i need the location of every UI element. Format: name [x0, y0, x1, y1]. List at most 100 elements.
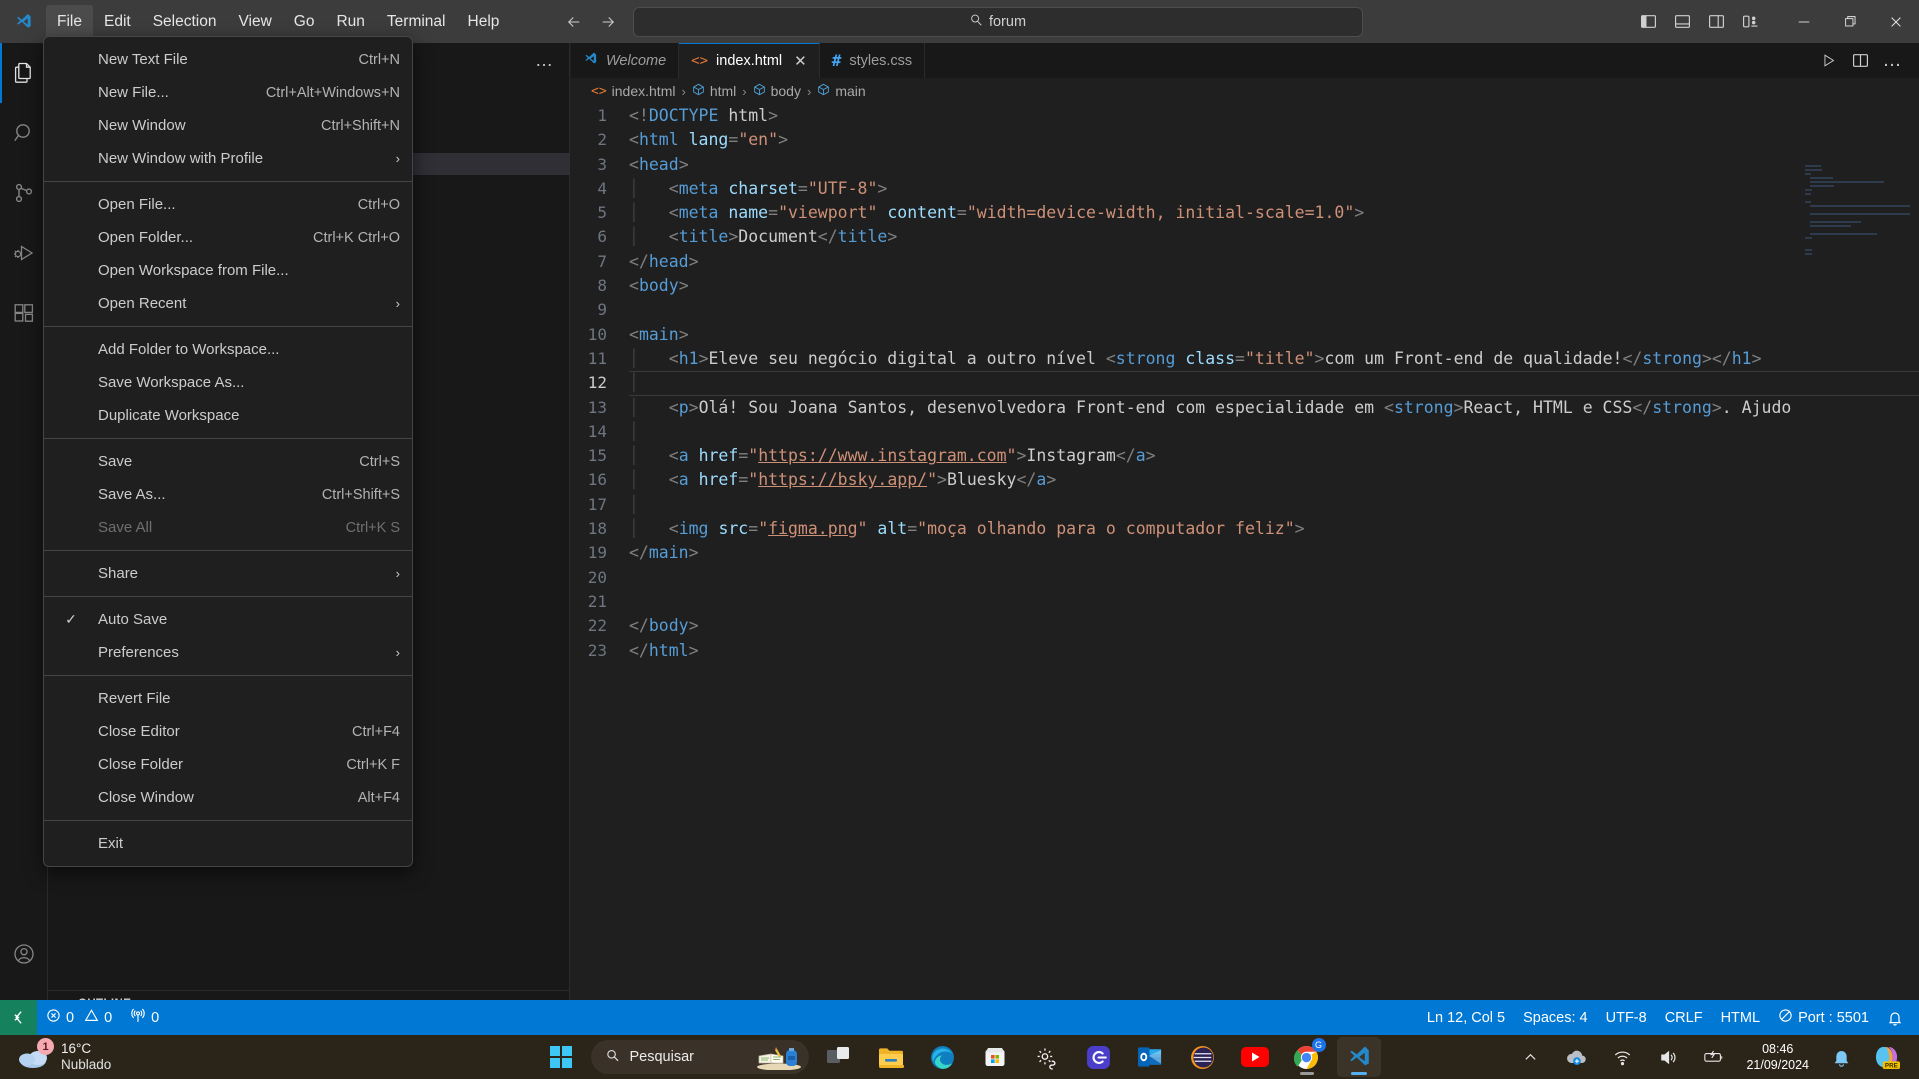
menu-selection[interactable]: Selection [142, 5, 228, 39]
onedrive-icon[interactable] [1554, 1037, 1598, 1077]
code-line[interactable]: 5 │ <meta name="viewport" content="width=… [571, 201, 1919, 225]
activitybar-item-extensions[interactable] [0, 283, 48, 343]
menu-file[interactable]: File [46, 4, 93, 39]
close-icon[interactable]: ✕ [794, 52, 807, 70]
breadcrumb-item-main[interactable]: main [817, 83, 866, 99]
volume-icon[interactable] [1646, 1037, 1690, 1077]
taskbar-clock[interactable]: 08:46 21/09/2024 [1738, 1041, 1817, 1073]
file-menu-item-save-workspace-as[interactable]: Save Workspace As... [44, 366, 412, 399]
file-menu-item-close-folder[interactable]: Close Folder Ctrl+K F [44, 748, 412, 781]
menu-terminal[interactable]: Terminal [376, 5, 457, 39]
code-line[interactable]: 20 [571, 566, 1919, 590]
microsoft-store-icon[interactable] [973, 1037, 1017, 1077]
file-menu-item-close-editor[interactable]: Close Editor Ctrl+F4 [44, 715, 412, 748]
tab-welcome[interactable]: Welcome [571, 43, 680, 78]
task-view-icon[interactable] [817, 1037, 861, 1077]
menu-go[interactable]: Go [283, 5, 326, 39]
code-line[interactable]: 1 <!DOCTYPE html> [571, 104, 1919, 128]
code-line[interactable]: 23 </html> [571, 639, 1919, 663]
file-menu-item-open-recent[interactable]: Open Recent › [44, 287, 412, 320]
menu-help[interactable]: Help [457, 5, 511, 39]
menu-run[interactable]: Run [325, 5, 375, 39]
file-menu-item-new-window[interactable]: New Window Ctrl+Shift+N [44, 109, 412, 142]
start-button[interactable] [539, 1037, 583, 1077]
code-line[interactable]: 6 │ <title>Document</title> [571, 225, 1919, 249]
file-menu-item-save[interactable]: Save Ctrl+S [44, 445, 412, 478]
code-line[interactable]: 10 <main> [571, 323, 1919, 347]
indentation[interactable]: Spaces: 4 [1514, 1000, 1597, 1035]
eol[interactable]: CRLF [1656, 1000, 1712, 1035]
file-menu-item-preferences[interactable]: Preferences › [44, 636, 412, 669]
battery-icon[interactable] [1692, 1037, 1736, 1077]
file-menu-item-new-text-file[interactable]: New Text File Ctrl+N [44, 43, 412, 76]
weather-widget[interactable]: 1 16°C Nublado [0, 1038, 240, 1073]
breadcrumb-item-body[interactable]: body [753, 83, 801, 99]
code-content[interactable]: 1 <!DOCTYPE html> 2 <html lang="en"> 3 <head>… [571, 104, 1919, 663]
microsoft-edge-icon[interactable] [921, 1037, 965, 1077]
customize-layout-icon[interactable] [1733, 5, 1767, 39]
code-editor[interactable]: 1 <!DOCTYPE html> 2 <html lang="en"> 3 <head>… [571, 104, 1919, 1044]
ports-status[interactable]: 0 [121, 1000, 168, 1035]
copilot-icon[interactable] [1077, 1037, 1121, 1077]
file-menu-item-open-workspace-from-file[interactable]: Open Workspace from File... [44, 254, 412, 287]
file-menu-item-add-folder-to-workspace[interactable]: Add Folder to Workspace... [44, 333, 412, 366]
file-menu-item-revert-file[interactable]: Revert File [44, 682, 412, 715]
google-chrome-icon[interactable]: G [1285, 1037, 1329, 1077]
tab-index-html[interactable]: <> index.html ✕ [679, 43, 820, 78]
problems-status[interactable]: 0 0 [37, 1000, 121, 1035]
file-menu-item-open-file[interactable]: Open File... Ctrl+O [44, 188, 412, 221]
code-line[interactable]: 7 </head> [571, 250, 1919, 274]
toggle-secondary-sidebar-icon[interactable] [1699, 5, 1733, 39]
outlook-icon[interactable] [1129, 1037, 1173, 1077]
code-line[interactable]: 16 │ <a href="https://bsky.app/">Bluesky<… [571, 468, 1919, 492]
language-mode[interactable]: HTML [1712, 1000, 1769, 1035]
restore-button[interactable] [1827, 0, 1873, 43]
code-line[interactable]: 11 │ <h1>Eleve seu negócio digital a outr… [571, 347, 1919, 371]
code-line[interactable]: 17 │ [571, 493, 1919, 517]
file-menu-item-save-as[interactable]: Save As... Ctrl+Shift+S [44, 478, 412, 511]
youtube-icon[interactable] [1233, 1037, 1277, 1077]
toggle-panel-icon[interactable] [1665, 5, 1699, 39]
file-menu-item-close-window[interactable]: Close Window Alt+F4 [44, 781, 412, 814]
close-button[interactable] [1873, 0, 1919, 43]
menu-view[interactable]: View [227, 5, 282, 39]
code-line[interactable]: 18 │ <img src="figma.png" alt="moça olhan… [571, 517, 1919, 541]
code-line[interactable]: 21 [571, 590, 1919, 614]
tab-styles-css[interactable]: # styles.css [819, 43, 926, 78]
remote-window-button[interactable] [0, 1000, 37, 1035]
file-menu-item-auto-save[interactable]: ✓ Auto Save [44, 603, 412, 636]
code-line[interactable]: 9 [571, 298, 1919, 322]
file-menu-item-open-folder[interactable]: Open Folder... Ctrl+K Ctrl+O [44, 221, 412, 254]
activitybar-item-accounts[interactable] [0, 924, 48, 984]
breadcrumb-item-html[interactable]: html [692, 83, 736, 99]
code-line[interactable]: 15 │ <a href="https://www.instagram.com">… [571, 444, 1919, 468]
activitybar-item-source-control[interactable] [0, 163, 48, 223]
code-line[interactable]: 3 <head> [571, 153, 1919, 177]
minimize-button[interactable] [1781, 0, 1827, 43]
code-line[interactable]: 13 │ <p>Olá! Sou Joana Santos, desenvolve… [571, 396, 1919, 420]
menu-edit[interactable]: Edit [93, 5, 142, 39]
file-menu-item-share[interactable]: Share › [44, 557, 412, 590]
activitybar-item-run-and-debug[interactable] [0, 223, 48, 283]
breadcrumb-item-file[interactable]: <> index.html [591, 83, 675, 99]
file-menu-item-new-file[interactable]: New File... Ctrl+Alt+Windows+N [44, 76, 412, 109]
encoding[interactable]: UTF-8 [1597, 1000, 1656, 1035]
code-line[interactable]: 19 </main> [571, 541, 1919, 565]
split-editor-button[interactable] [1845, 46, 1875, 76]
cursor-position[interactable]: Ln 12, Col 5 [1418, 1000, 1514, 1035]
copilot-preview-icon[interactable]: PRE [1865, 1037, 1909, 1077]
code-line[interactable]: 2 <html lang="en"> [571, 128, 1919, 152]
file-menu-item-exit[interactable]: Exit [44, 827, 412, 860]
command-center[interactable]: forum [632, 6, 1363, 37]
toggle-primary-sidebar-icon[interactable] [1631, 5, 1665, 39]
sidebar-more-actions-icon[interactable]: … [535, 50, 555, 71]
code-line[interactable]: 8 <body> [571, 274, 1919, 298]
wifi-icon[interactable] [1600, 1037, 1644, 1077]
run-preview-button[interactable] [1813, 46, 1843, 76]
file-explorer-icon[interactable] [869, 1037, 913, 1077]
settings-icon[interactable] [1025, 1037, 1069, 1077]
activitybar-item-search[interactable] [0, 103, 48, 163]
show-hidden-icons-chevron[interactable] [1508, 1037, 1552, 1077]
go-back-icon[interactable] [557, 5, 591, 39]
live-server-port[interactable]: Port : 5501 [1769, 1000, 1878, 1035]
